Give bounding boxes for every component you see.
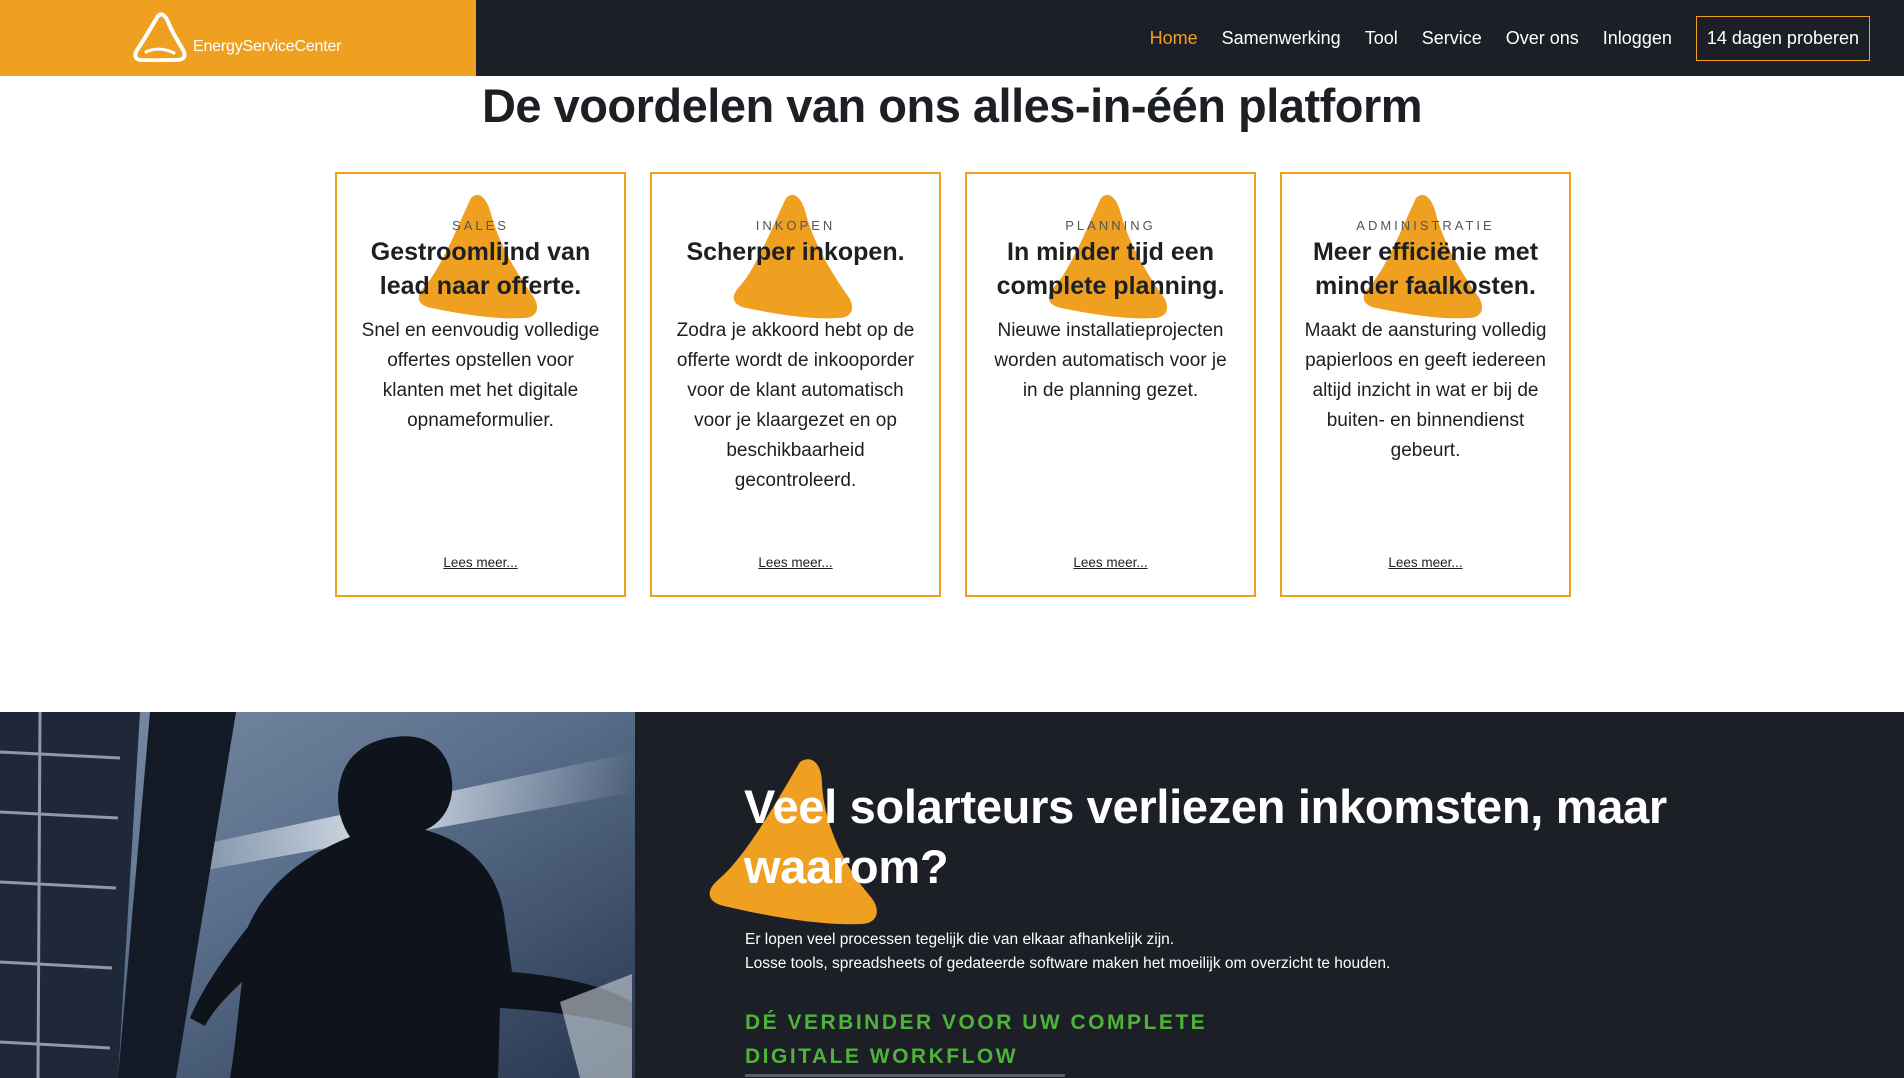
nav-item-service[interactable]: Service [1422, 28, 1482, 49]
problem-section: Veel solarteurs verliezen inkomsten, maa… [0, 712, 1904, 1078]
card-title: Scherper inkopen. [686, 238, 905, 266]
main-nav: Home Samenwerking Tool Service Over ons … [1126, 0, 1904, 76]
card-administratie: ADMINISTRATIE Meer efficiënie met minder… [1280, 172, 1571, 597]
nav-item-inloggen[interactable]: Inloggen [1603, 28, 1672, 49]
problem-text-line: Er lopen veel processen tegelijk die van… [745, 931, 1175, 948]
card-body: Snel en eenvoudig volledige offertes ops… [361, 320, 600, 431]
card-eyebrow: SALES [452, 218, 509, 233]
card-title: Meer efficiënie met minder faalkosten. [1312, 238, 1539, 300]
cut-off-text-line [745, 1074, 1065, 1077]
workflow-subheading: DÉ VERBINDER VOOR UW COMPLETE DIGITALE W… [745, 1011, 1208, 1068]
logo-text: EnergyServiceCenter [193, 38, 342, 55]
nav-item-over-ons[interactable]: Over ons [1506, 28, 1579, 49]
card-title: Gestroomlijnd van lead naar offerte. [370, 238, 591, 300]
nav-item-home[interactable]: Home [1150, 28, 1198, 49]
logo[interactable]: EnergyServiceCenter [0, 0, 476, 76]
read-more-link[interactable]: Lees meer... [967, 555, 1254, 570]
card-inkopen: INKOPEN Scherper inkopen. Zodra je akkoo… [650, 172, 941, 597]
problem-text: Er lopen veel processen tegelijk die van… [745, 928, 1645, 976]
card-planning: PLANNING In minder tijd een complete pla… [965, 172, 1256, 597]
card-body: Maakt de aansturing volledig papierloos … [1304, 320, 1547, 461]
nav-item-tool[interactable]: Tool [1365, 28, 1398, 49]
read-more-link[interactable]: Lees meer... [652, 555, 939, 570]
card-body: Nieuwe installatieprojecten worden autom… [994, 320, 1227, 401]
benefits-title: De voordelen van ons alles-in-één platfo… [481, 79, 1423, 132]
card-eyebrow: ADMINISTRATIE [1356, 218, 1495, 233]
hero-photo [0, 712, 635, 1078]
read-more-link[interactable]: Lees meer... [1282, 555, 1569, 570]
problem-text-line: Losse tools, spreadsheets of gedateerde … [745, 955, 1391, 972]
triangle-logo-icon [133, 12, 187, 62]
problem-title: Veel solarteurs verliezen inkomsten, maa… [744, 780, 1667, 893]
card-eyebrow: INKOPEN [755, 218, 836, 233]
site-header: EnergyServiceCenter Home Samenwerking To… [0, 0, 1904, 76]
card-title: In minder tijd een complete planning. [996, 238, 1225, 300]
card-eyebrow: PLANNING [1065, 218, 1156, 233]
read-more-link[interactable]: Lees meer... [337, 555, 624, 570]
card-body: Zodra je akkoord hebt op de offerte word… [676, 320, 915, 491]
solar-installer-photo [0, 712, 635, 1078]
nav-item-samenwerking[interactable]: Samenwerking [1222, 28, 1341, 49]
card-sales: SALES Gestroomlijnd van lead naar offert… [335, 172, 626, 597]
trial-button[interactable]: 14 dagen proberen [1695, 15, 1870, 61]
